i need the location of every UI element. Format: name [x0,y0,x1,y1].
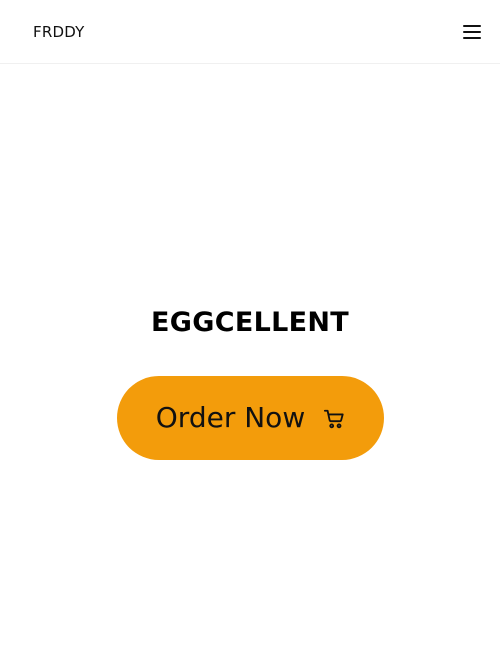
order-now-button[interactable]: Order Now [117,376,384,460]
hero-title: EGGCELLENT [151,307,349,338]
menu-bar-line [463,25,481,27]
brand-logo-text[interactable]: FRDDY [33,22,85,42]
order-now-label: Order Now [155,401,306,434]
shopping-cart-icon [323,408,345,430]
hamburger-menu-icon[interactable] [462,23,482,41]
top-navbar: FRDDY [0,0,500,64]
menu-bar-line [463,31,481,33]
menu-bar-line [463,37,481,39]
